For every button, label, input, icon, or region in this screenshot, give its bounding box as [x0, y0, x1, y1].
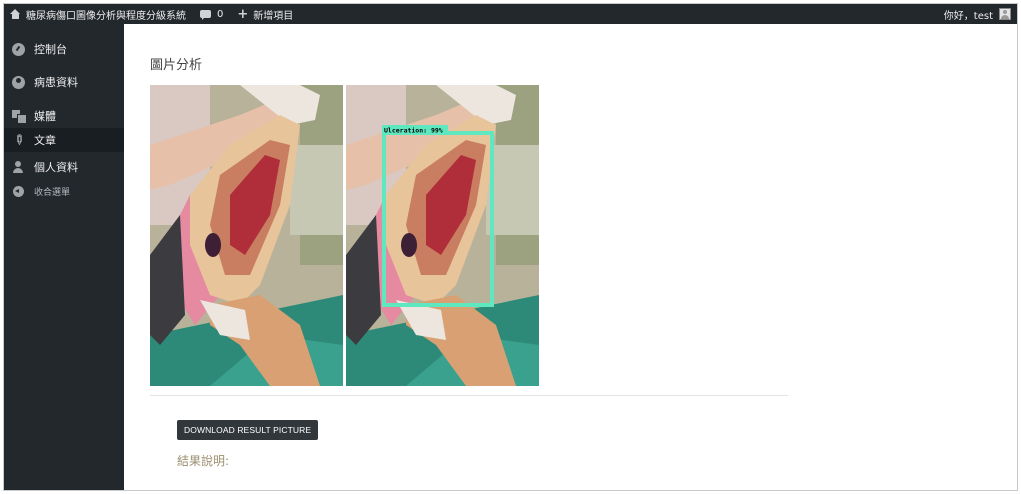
comment-count: 0 — [217, 8, 224, 20]
sidebar-item-profile[interactable]: 個人資料 — [4, 155, 124, 179]
pin-icon: ✎ — [8, 130, 28, 150]
new-item-link[interactable]: + 新增項目 — [237, 7, 293, 22]
plus-icon: + — [237, 6, 249, 22]
sidebar-item-label: 收合選單 — [34, 187, 71, 198]
sidebar: 控制台 病患資料 媒體 ✎ 文章 個人資料 收合選單 — [4, 24, 124, 490]
avatar[interactable] — [999, 8, 1011, 20]
comments-link[interactable]: 0 — [200, 9, 223, 20]
media-icon — [10, 108, 27, 124]
new-item-label: 新增項目 — [253, 10, 294, 22]
sidebar-item-posts[interactable]: ✎ 文章 — [4, 128, 124, 152]
site-home-link[interactable]: 糖尿病傷口圖像分析與程度分級系統 — [10, 7, 186, 22]
collapse-menu-button[interactable]: 收合選單 — [4, 179, 124, 203]
download-result-button[interactable]: DOWNLOAD RESULT PICTURE — [177, 420, 319, 440]
sidebar-item-dashboard[interactable]: 控制台 — [4, 37, 124, 61]
sidebar-item-label: 個人資料 — [34, 161, 78, 174]
sidebar-item-media[interactable]: 媒體 — [4, 104, 124, 128]
sidebar-item-label: 控制台 — [34, 43, 67, 56]
detection-label: Ulceration: 99% — [384, 127, 443, 135]
main-content: 圖片分析 Ulceration: 99% DOWNLOAD RESULT PIC… — [124, 24, 1017, 490]
collapse-icon — [10, 183, 26, 199]
dashboard-icon — [10, 41, 26, 57]
user-icon — [10, 159, 26, 175]
site-title: 糖尿病傷口圖像分析與程度分級系統 — [26, 10, 186, 22]
admin-bar: 糖尿病傷口圖像分析與程度分級系統 0 + 新增項目 你好，test — [4, 4, 1017, 24]
sidebar-item-patients[interactable]: 病患資料 — [4, 70, 124, 94]
greeting: 你好，test — [943, 10, 993, 22]
sidebar-item-label: 病患資料 — [34, 76, 78, 89]
comment-icon — [200, 10, 211, 20]
page-title: 圖片分析 — [150, 58, 203, 73]
divider — [150, 395, 788, 396]
result-heading: 結果說明: — [177, 454, 230, 468]
analyzed-wound-image: Ulceration: 99% — [346, 85, 539, 386]
original-wound-image — [150, 85, 343, 386]
account-menu[interactable]: 你好，test — [944, 4, 1011, 24]
sidebar-item-label: 文章 — [34, 134, 56, 147]
patient-icon — [10, 74, 26, 90]
browser-frame: 糖尿病傷口圖像分析與程度分級系統 0 + 新增項目 你好，test 控制台 病患… — [3, 3, 1018, 491]
sidebar-item-label: 媒體 — [34, 110, 56, 123]
home-icon — [10, 9, 21, 19]
